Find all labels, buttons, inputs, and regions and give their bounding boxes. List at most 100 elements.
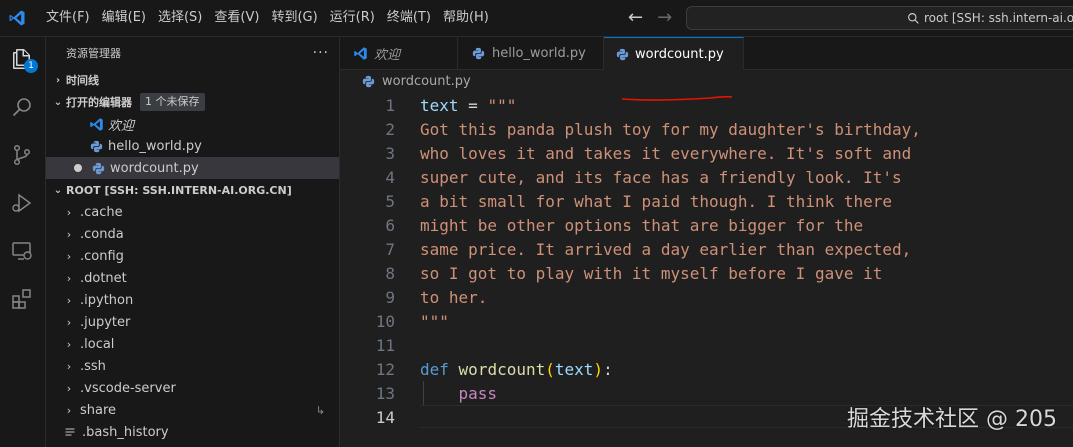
source-control-icon[interactable] — [8, 141, 36, 169]
python-file-icon — [88, 138, 104, 154]
vscode-file-icon — [88, 116, 104, 132]
code-editor[interactable]: 1 text = """ 2 Got this panda plush toy … — [340, 93, 1073, 429]
chevron-right-icon: › — [66, 403, 72, 417]
open-editor-wordcount[interactable]: wordcount.py — [46, 157, 339, 179]
code-line: 7 same price. It arrived a day earlier t… — [340, 237, 1073, 261]
folder-label: .config — [80, 248, 124, 264]
open-editor-welcome[interactable]: 欢迎 — [46, 113, 339, 135]
folder-config[interactable]: › .config — [46, 245, 339, 267]
editor-area: 欢迎 hello_world.py wordcount.py wordcount… — [340, 37, 1073, 447]
folder-jupyter[interactable]: › .jupyter — [46, 311, 339, 333]
folder-ipython[interactable]: › .ipython — [46, 289, 339, 311]
line-number: 8 — [385, 263, 395, 283]
code-line: 6 might be other options that are bigger… — [340, 213, 1073, 237]
token-string: """ — [420, 311, 449, 331]
chevron-right-icon: › — [66, 227, 72, 241]
remote-explorer-icon[interactable] — [8, 237, 36, 265]
back-arrow-icon[interactable]: ← — [628, 0, 643, 36]
chevron-right-icon: › — [66, 249, 72, 263]
breadcrumb-file[interactable]: wordcount.py — [382, 74, 471, 89]
folder-label: .local — [80, 336, 115, 352]
command-center[interactable]: root [SSH: ssh.intern-ai.org.cn — [686, 6, 1073, 30]
folder-ssh[interactable]: › .ssh — [46, 355, 339, 377]
menu-terminal[interactable]: 终端(T) — [381, 0, 437, 36]
tab-wordcount[interactable]: wordcount.py — [604, 37, 744, 70]
token-keyword: pass — [458, 383, 498, 403]
code-line: 10 """ — [340, 309, 1073, 333]
forward-arrow-icon[interactable]: → — [657, 0, 672, 36]
menu-run[interactable]: 运行(R) — [324, 0, 381, 36]
tab-label: 欢迎 — [374, 47, 401, 63]
python-file-icon — [470, 45, 486, 61]
line-number: 14 — [375, 407, 395, 427]
file-bash-history[interactable]: .bash_history — [46, 421, 339, 443]
line-number: 7 — [385, 239, 395, 259]
menu-file[interactable]: 文件(F) — [40, 0, 96, 36]
unsaved-count-badge: 1 个未保存 — [140, 93, 205, 111]
menu-go[interactable]: 转到(G) — [265, 0, 323, 36]
more-actions-icon[interactable]: ··· — [313, 45, 329, 61]
timeline-section[interactable]: › 时间线 — [46, 69, 339, 91]
vscode-file-icon — [352, 45, 368, 61]
tab-welcome[interactable]: 欢迎 — [340, 37, 458, 69]
extensions-icon[interactable] — [8, 285, 36, 313]
chevron-right-icon: › — [66, 381, 72, 395]
token-paren: ( — [545, 359, 555, 379]
token-string: to her. — [420, 287, 488, 307]
folder-share[interactable]: › share ↳ — [46, 399, 339, 421]
line-content: pass — [420, 383, 498, 403]
open-editors-section[interactable]: ⌄ 打开的编辑器 1 个未保存 — [46, 91, 339, 113]
vscode-window: 文件(F) 编辑(E) 选择(S) 查看(V) 转到(G) 运行(R) 终端(T… — [0, 0, 1073, 447]
code-line: 9 to her. — [340, 285, 1073, 309]
tab-label: wordcount.py — [635, 46, 724, 62]
folder-cache[interactable]: › .cache — [46, 201, 339, 223]
python-file-icon — [360, 73, 376, 89]
timeline-label: 时间线 — [66, 74, 99, 87]
token-string: same price. It arrived a day earlier tha… — [420, 239, 912, 259]
token-string: who loves it and takes it everywhere. It… — [420, 143, 912, 163]
line-number: 10 — [375, 311, 395, 331]
line-number: 4 — [385, 167, 395, 187]
token-colon: : — [603, 359, 613, 379]
search-activity-icon[interactable] — [8, 93, 36, 121]
menu-selection[interactable]: 选择(S) — [152, 0, 208, 36]
explorer-badge: 1 — [24, 59, 38, 73]
search-icon — [908, 12, 919, 24]
folder-dotnet[interactable]: › .dotnet — [46, 267, 339, 289]
watermark-text: 掘金技术社区 @ 205 — [847, 407, 1057, 432]
folder-conda[interactable]: › .conda — [46, 223, 339, 245]
open-editor-label: hello_world.py — [108, 138, 202, 154]
chevron-right-icon: › — [66, 271, 72, 285]
title-bar: 文件(F) 编辑(E) 选择(S) 查看(V) 转到(G) 运行(R) 终端(T… — [0, 0, 1073, 37]
code-line: 11 — [340, 333, 1073, 357]
folder-label: .cache — [80, 204, 123, 220]
menu-edit[interactable]: 编辑(E) — [96, 0, 152, 36]
menu-view[interactable]: 查看(V) — [208, 0, 265, 36]
token-string: Got this panda plush toy for my daughter… — [420, 119, 921, 139]
chevron-right-icon: › — [66, 293, 72, 307]
explorer-icon[interactable]: 1 — [8, 45, 38, 73]
folder-label: .conda — [80, 226, 124, 242]
line-number: 9 — [385, 287, 395, 307]
tab-hello-world[interactable]: hello_world.py — [458, 37, 604, 69]
remote-host-text: root [SSH: ssh.intern-ai.org.cn — [924, 11, 1073, 25]
folder-local[interactable]: › .local — [46, 333, 339, 355]
unsaved-dot-icon[interactable] — [74, 164, 82, 172]
run-debug-icon[interactable] — [8, 189, 36, 217]
line-content: def wordcount(text): — [420, 360, 613, 379]
open-editor-hello-world[interactable]: hello_world.py — [46, 135, 339, 157]
line-number: 11 — [375, 335, 395, 355]
menu-bar: 文件(F) 编辑(E) 选择(S) 查看(V) 转到(G) 运行(R) 终端(T… — [40, 0, 495, 36]
menu-help[interactable]: 帮助(H) — [437, 0, 495, 36]
folder-vscode-server[interactable]: › .vscode-server — [46, 377, 339, 399]
activity-bar: 1 — [0, 37, 46, 447]
line-number: 5 — [385, 191, 395, 211]
line-number: 13 — [375, 383, 395, 403]
root-folder-section[interactable]: ⌄ ROOT [SSH: SSH.INTERN-AI.ORG.CN] — [46, 179, 339, 201]
python-file-icon — [616, 46, 629, 62]
code-line: 2 Got this panda plush toy for my daught… — [340, 117, 1073, 141]
folder-label: .dotnet — [80, 270, 127, 286]
file-label: .bash_history — [82, 424, 169, 440]
line-content: text = """ — [420, 96, 516, 115]
